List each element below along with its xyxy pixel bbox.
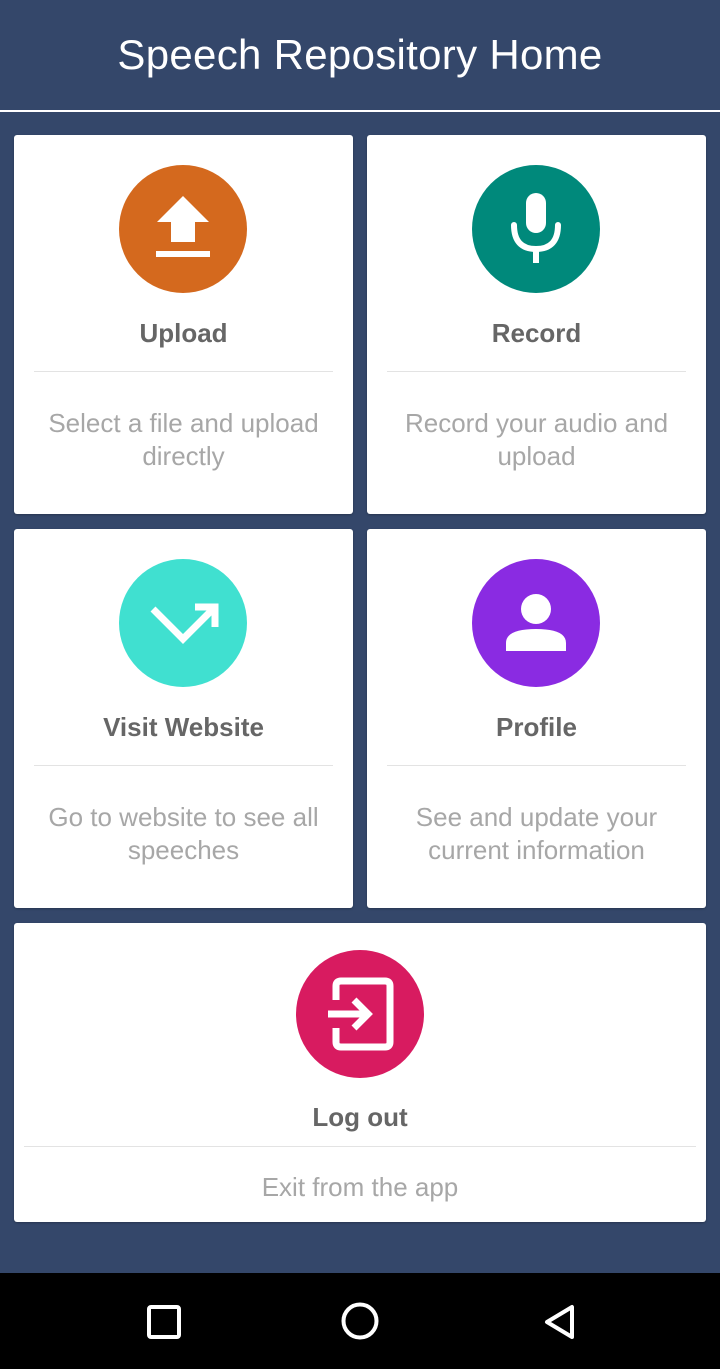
upload-description: Select a file and upload directly	[48, 408, 319, 471]
upload-title: Upload	[139, 318, 228, 348]
microphone-icon	[472, 165, 600, 293]
home-circle-icon[interactable]	[340, 1301, 380, 1341]
exit-icon	[296, 950, 424, 1078]
card-divider	[387, 765, 686, 766]
trending-arrow-icon	[119, 559, 247, 687]
upload-icon	[119, 165, 247, 293]
page-title: Speech Repository Home	[117, 31, 603, 78]
card-divider	[34, 371, 333, 372]
logout-card[interactable]: Log out Exit from the app	[14, 923, 706, 1222]
app-header: Speech Repository Home	[0, 0, 720, 110]
back-triangle-icon[interactable]	[542, 1303, 578, 1341]
visit-website-card[interactable]: Visit Website Go to website to see all s…	[14, 529, 353, 908]
profile-title: Profile	[496, 712, 577, 742]
record-card[interactable]: Record Record your audio and upload	[367, 135, 706, 514]
visit-website-title: Visit Website	[103, 712, 264, 742]
card-divider	[24, 1146, 696, 1147]
record-description: Record your audio and upload	[404, 408, 669, 471]
record-title: Record	[491, 318, 582, 348]
person-icon	[472, 559, 600, 687]
card-divider	[34, 765, 333, 766]
logout-description: Exit from the app	[261, 1172, 459, 1202]
logout-title: Log out	[312, 1102, 408, 1132]
upload-card[interactable]: Upload Select a file and upload directly	[14, 135, 353, 514]
profile-card[interactable]: Profile See and update your current info…	[367, 529, 706, 908]
system-navigation-bar	[0, 1273, 720, 1369]
recents-square-icon[interactable]	[146, 1304, 182, 1340]
card-divider	[387, 371, 686, 372]
header-divider	[0, 110, 720, 112]
visit-website-description: Go to website to see all speeches	[48, 802, 319, 865]
profile-description: See and update your current information	[415, 802, 658, 865]
